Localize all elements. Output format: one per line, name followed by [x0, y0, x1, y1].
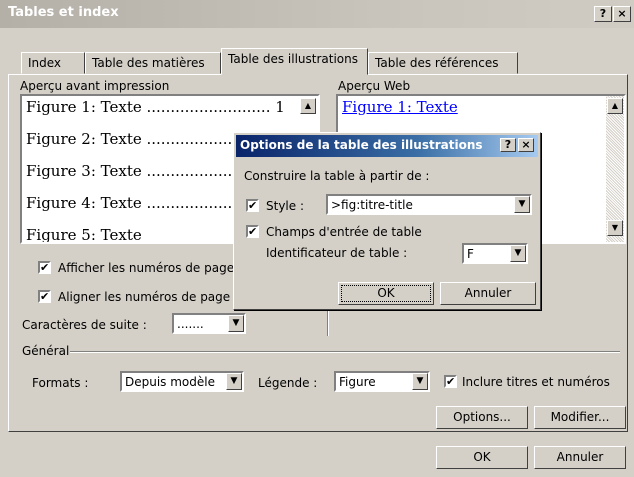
- show-page-numbers-label: Afficher les numéros de page: [58, 261, 235, 275]
- chevron-down-icon[interactable]: ▼: [226, 373, 242, 390]
- preview-line: Figure 5: Texte: [26, 226, 142, 244]
- tab-table-des-matieres[interactable]: Table des matières: [85, 52, 221, 74]
- tab-index[interactable]: Index: [21, 52, 85, 74]
- dialog-cancel-button[interactable]: Annuler: [440, 282, 536, 305]
- dialog-title-bar: Options de la table des illustrations ? …: [236, 135, 538, 157]
- leader-value: .......: [177, 317, 204, 331]
- leader-select[interactable]: ....... ▼: [172, 313, 246, 334]
- cancel-button[interactable]: Annuler: [534, 446, 626, 469]
- tab-table-des-illustrations[interactable]: Table des illustrations: [221, 48, 368, 75]
- formats-select[interactable]: Depuis modèle ▼: [120, 371, 244, 392]
- preview-line: Figure 1: Texte ........................…: [26, 98, 285, 116]
- ok-button[interactable]: OK: [436, 446, 528, 469]
- dialog-help-button[interactable]: ?: [500, 138, 516, 152]
- chevron-down-icon[interactable]: ▼: [412, 373, 428, 390]
- general-label: Général: [22, 344, 70, 358]
- chevron-down-icon[interactable]: ▼: [514, 196, 530, 213]
- scroll-up-icon[interactable]: ▲: [300, 98, 316, 114]
- formats-value: Depuis modèle: [125, 375, 215, 389]
- legend-select[interactable]: Figure ▼: [334, 371, 430, 392]
- tables-et-index-window: Tables et index ? × Index Table des mati…: [0, 0, 634, 477]
- style-value: >fig:titre-title: [331, 198, 413, 212]
- legend-label: Légende :: [258, 376, 318, 390]
- general-divider: [70, 351, 620, 353]
- scroll-down-icon[interactable]: ▼: [607, 220, 623, 236]
- options-dialog: Options de la table des illustrations ? …: [233, 132, 541, 310]
- align-page-numbers-checkbox[interactable]: ✔: [38, 290, 51, 303]
- include-titles-label: Inclure titres et numéros: [462, 375, 610, 389]
- preview-line: Figure 4: Texte ...................: [26, 194, 238, 212]
- modify-button[interactable]: Modifier...: [534, 406, 626, 429]
- title-bar: Tables et index ? ×: [0, 0, 634, 28]
- dialog-ok-button[interactable]: OK: [338, 282, 434, 305]
- include-titles-checkbox[interactable]: ✔: [444, 375, 457, 388]
- scrollbar[interactable]: ▲ ▼: [606, 96, 624, 242]
- tab-table-des-references[interactable]: Table des références: [368, 52, 518, 74]
- fields-checkbox[interactable]: ✔: [246, 225, 259, 238]
- preview-line: Figure 3: Texte ...................: [26, 162, 238, 180]
- chevron-down-icon[interactable]: ▼: [510, 245, 526, 262]
- style-label: Style :: [266, 199, 304, 213]
- build-from-label: Construire la table à partir de :: [244, 169, 430, 183]
- window-title: Tables et index: [8, 5, 119, 20]
- close-button[interactable]: ×: [613, 6, 631, 22]
- identifier-value: F: [467, 247, 474, 261]
- style-checkbox[interactable]: ✔: [246, 199, 259, 212]
- identifier-select[interactable]: F ▼: [462, 243, 528, 264]
- formats-label: Formats :: [32, 376, 89, 390]
- legend-value: Figure: [339, 375, 376, 389]
- dialog-title: Options de la table des illustrations: [240, 138, 483, 152]
- print-preview-label: Aperçu avant impression: [20, 79, 170, 93]
- options-button[interactable]: Options...: [436, 406, 528, 429]
- chevron-down-icon[interactable]: ▼: [228, 315, 244, 332]
- scroll-up-icon[interactable]: ▲: [607, 98, 623, 114]
- web-preview-link[interactable]: Figure 1: Texte: [342, 98, 458, 116]
- help-button[interactable]: ?: [594, 6, 612, 22]
- style-select[interactable]: >fig:titre-title ▼: [326, 194, 532, 215]
- show-page-numbers-checkbox[interactable]: ✔: [38, 261, 51, 274]
- fields-label: Champs d'entrée de table: [266, 225, 422, 239]
- leader-label: Caractères de suite :: [22, 318, 147, 332]
- preview-line: Figure 2: Texte ...................: [26, 130, 238, 148]
- identifier-label: Identificateur de table :: [266, 246, 408, 260]
- web-preview-label: Aperçu Web: [338, 79, 411, 93]
- dialog-close-button[interactable]: ×: [518, 138, 534, 152]
- align-page-numbers-label: Aligner les numéros de page à: [58, 290, 242, 304]
